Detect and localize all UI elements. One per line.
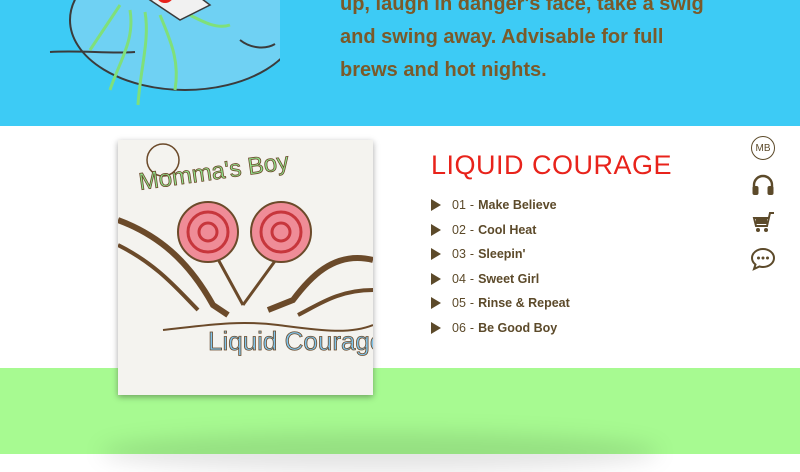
cover-artist-text: Momma's Boy bbox=[137, 148, 291, 196]
footer-shadow bbox=[100, 432, 660, 472]
mb-logo-button[interactable]: MB bbox=[748, 133, 778, 163]
track-number: 01 bbox=[452, 198, 466, 213]
track-item-1[interactable]: 01- Make Believe bbox=[431, 193, 570, 218]
play-icon[interactable] bbox=[431, 321, 441, 334]
track-number: 06 bbox=[452, 320, 466, 335]
chat-bubble-icon bbox=[750, 247, 776, 271]
hero-banner: up, laugh in danger's face, take a swig … bbox=[0, 0, 800, 126]
hero-line-2: and swing away. Advisable for full bbox=[340, 26, 664, 48]
album-title: LIQUID COURAGE bbox=[431, 150, 673, 180]
track-separator: - bbox=[469, 320, 475, 335]
track-item-4[interactable]: 04- Sweet Girl bbox=[431, 267, 570, 292]
listen-button[interactable] bbox=[748, 170, 778, 200]
hero-illustration bbox=[49, 0, 280, 106]
track-item-2[interactable]: 02- Cool Heat bbox=[431, 218, 570, 243]
track-number: 04 bbox=[452, 271, 466, 286]
track-number: 02 bbox=[452, 222, 466, 237]
side-nav: MB bbox=[748, 133, 778, 281]
shop-button[interactable] bbox=[748, 207, 778, 237]
album-cover-art: Momma's Boy Liquid Courage bbox=[118, 143, 373, 356]
contact-button[interactable] bbox=[748, 244, 778, 274]
play-icon[interactable] bbox=[431, 199, 441, 212]
track-item-6[interactable]: 06- Be Good Boy bbox=[431, 316, 570, 341]
mb-logo-icon: MB bbox=[751, 136, 775, 160]
track-name: Sweet Girl bbox=[478, 271, 540, 286]
track-number: 05 bbox=[452, 296, 466, 311]
track-name: Cool Heat bbox=[478, 222, 537, 237]
track-separator: - bbox=[469, 247, 475, 262]
track-number: 03 bbox=[452, 247, 466, 262]
play-icon[interactable] bbox=[431, 248, 441, 261]
track-name: Make Believe bbox=[478, 198, 557, 213]
track-separator: - bbox=[469, 198, 475, 213]
track-name: Rinse & Repeat bbox=[478, 296, 570, 311]
track-name: Sleepin' bbox=[478, 247, 526, 262]
album-cover[interactable]: Momma's Boy Liquid Courage bbox=[118, 140, 373, 395]
headphones-icon bbox=[752, 174, 774, 195]
track-name: Be Good Boy bbox=[478, 320, 558, 335]
track-item-3[interactable]: 03- Sleepin' bbox=[431, 242, 570, 267]
play-icon[interactable] bbox=[431, 272, 441, 285]
hero-line-1: up, laugh in danger's face, take a swig bbox=[340, 0, 704, 15]
hero-line-3: brews and hot nights. bbox=[340, 59, 547, 81]
track-separator: - bbox=[469, 296, 475, 311]
hero-description: up, laugh in danger's face, take a swig … bbox=[340, 0, 770, 87]
tracklist: 01- Make Believe 02- Cool Heat 03- Sleep… bbox=[431, 193, 570, 340]
cart-icon bbox=[752, 212, 774, 232]
track-item-5[interactable]: 05- Rinse & Repeat bbox=[431, 291, 570, 316]
play-icon[interactable] bbox=[431, 223, 441, 236]
track-separator: - bbox=[469, 271, 475, 286]
cover-title-text: Liquid Courage bbox=[208, 326, 373, 356]
play-icon[interactable] bbox=[431, 297, 441, 310]
track-separator: - bbox=[469, 222, 475, 237]
